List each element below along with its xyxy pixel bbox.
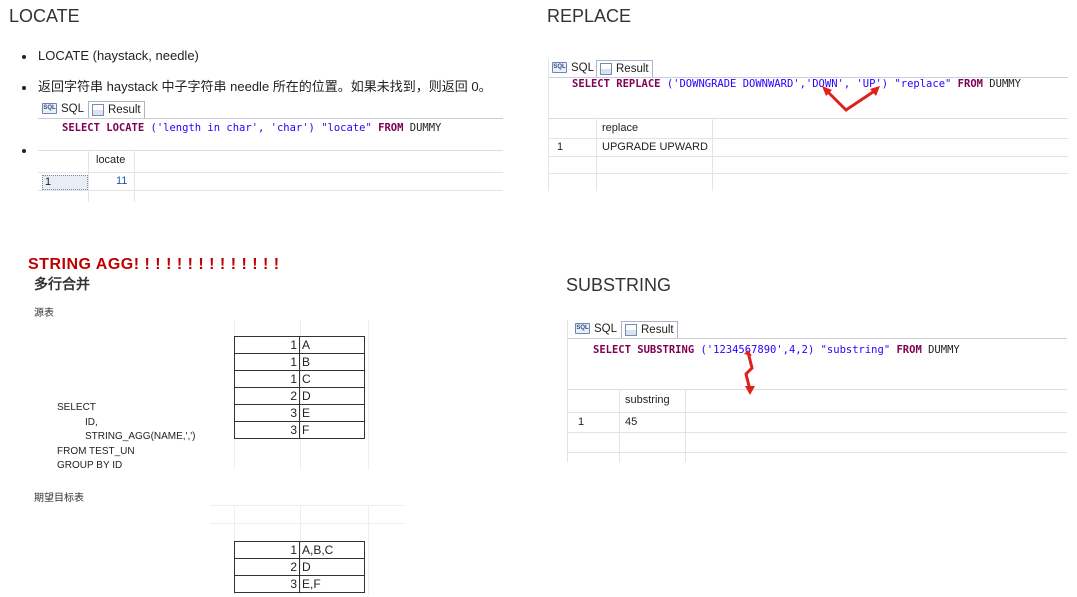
substring-tab-result[interactable]: Result xyxy=(621,321,678,338)
substring-col-header: substring xyxy=(625,394,670,406)
source-table-row: 2D xyxy=(234,387,365,405)
replace-col-header: replace xyxy=(602,122,639,134)
source-table-id-cell: 3 xyxy=(234,404,300,422)
source-table-row: 3E xyxy=(234,404,365,422)
replace-highlight-arrows xyxy=(822,86,880,112)
source-table-id-cell: 1 xyxy=(234,370,300,388)
source-table-id-cell: 1 xyxy=(234,336,300,354)
target-table-row: 1 A,B,C xyxy=(234,541,365,559)
substring-sql-statement[interactable]: SELECT SUBSTRING ('1234567890',4,2) "sub… xyxy=(593,344,960,356)
target-table-row: 2D xyxy=(234,558,365,576)
target-table-id-cell: 1 xyxy=(234,541,300,559)
locate-sql-statement[interactable]: SELECT LOCATE ('length in char', 'char')… xyxy=(62,122,441,134)
source-table-name-cell: D xyxy=(299,387,365,405)
substring-result-value[interactable]: 45 xyxy=(625,416,637,428)
replace-sql-statement[interactable]: SELECT REPLACE ('DOWNGRADE DOWNWARD','DO… xyxy=(572,78,1021,90)
source-table-label: 源表 xyxy=(34,308,54,319)
replace-heading: REPLACE xyxy=(547,6,632,26)
target-table: 1 A,B,C 2 D 3 E,F xyxy=(234,541,365,593)
locate-tab-result[interactable]: Result xyxy=(88,101,145,118)
string-agg-sql: SELECT ID, STRING_AGG(NAME,',') FROM TES… xyxy=(57,402,196,471)
locate-row-number[interactable]: 1 xyxy=(42,175,88,190)
source-table-id-cell: 2 xyxy=(234,387,300,405)
locate-sql-panel: SQL SQL Result SELECT LOCATE ('length in … xyxy=(38,100,503,202)
target-table-id-cell: 3 xyxy=(234,575,300,593)
target-table-name-cell: A,B,C xyxy=(299,541,365,559)
target-table-name-cell: D xyxy=(299,558,365,576)
replace-tab-result[interactable]: Result xyxy=(596,60,653,77)
source-table-row: 1C xyxy=(234,370,365,388)
locate-result-value[interactable]: 11 xyxy=(116,175,127,187)
source-table-name-cell: B xyxy=(299,353,365,371)
sql-icon: SQL xyxy=(42,103,57,115)
string-agg-heading: STRING AGG! ! ! ! ! ! ! ! ! ! ! ! ! ! xyxy=(28,256,280,273)
target-table-name-cell: E,F xyxy=(299,575,365,593)
result-table-icon xyxy=(625,323,637,336)
substring-tab-sql[interactable]: SQL SQL xyxy=(575,321,617,337)
source-table-id-cell: 3 xyxy=(234,421,300,439)
substring-heading: SUBSTRING xyxy=(566,275,672,295)
result-table-icon xyxy=(600,62,612,75)
source-table-name-cell: F xyxy=(299,421,365,439)
replace-result-value[interactable]: UPGRADE UPWARD xyxy=(602,141,708,153)
sql-icon: SQL xyxy=(552,62,567,74)
locate-heading: LOCATE xyxy=(9,6,80,26)
source-table: 1A1B1C2D3E3F xyxy=(234,336,365,439)
locate-bullet-3 xyxy=(22,142,38,157)
source-table-row: 1B xyxy=(234,353,365,371)
locate-tab-sql[interactable]: SQL SQL xyxy=(42,101,84,117)
source-table-name-cell: E xyxy=(299,404,365,422)
target-table-id-cell: 2 xyxy=(234,558,300,576)
locate-col-header: locate xyxy=(96,154,126,166)
replace-sql-panel: SQL SQL Result SELECT REPLACE ('DOWNGRADE… xyxy=(548,59,1068,191)
sql-icon: SQL xyxy=(575,323,590,335)
source-table-name-cell: C xyxy=(299,370,365,388)
result-table-icon xyxy=(92,103,104,116)
source-table-row: 3F xyxy=(234,421,365,439)
source-table-id-cell: 1 xyxy=(234,353,300,371)
substring-sql-panel: SQL SQL Result SELECT SUBSTRING ('1234567… xyxy=(567,320,1067,462)
replace-tab-sql[interactable]: SQL SQL xyxy=(552,60,594,76)
substring-row-number[interactable]: 1 xyxy=(578,416,584,428)
string-agg-subheading: 多行合并 xyxy=(34,276,90,292)
substring-highlight-arrow xyxy=(744,350,755,395)
target-table-row: 3 E,F xyxy=(234,575,365,593)
source-table-row: 1A xyxy=(234,336,365,354)
source-table-name-cell: A xyxy=(299,336,365,354)
target-table-label: 期望目标表 xyxy=(34,493,84,504)
locate-bullet-1: LOCATE (haystack, needle) xyxy=(22,48,199,63)
replace-row-number[interactable]: 1 xyxy=(557,141,563,153)
locate-bullet-2: 返回字符串 haystack 中子字符串 needle 所在的位置。如果未找到，… xyxy=(22,76,492,95)
